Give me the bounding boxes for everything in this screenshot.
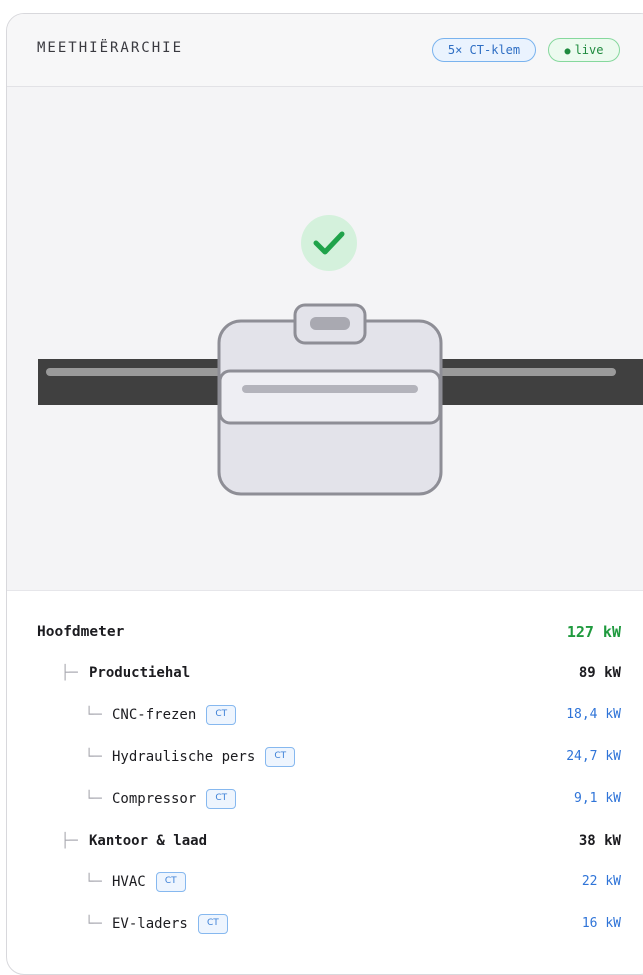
circuit-label: Hydraulische pers CT: [112, 746, 296, 768]
group-value: 38 kW: [578, 833, 621, 849]
clamp-latch-slot: [310, 317, 350, 330]
card-title: MEETHIËRARCHIE: [37, 40, 184, 56]
ct-badge: CT: [197, 914, 228, 934]
clamp-count-badge: 5× CT-klem: [432, 38, 536, 62]
circuit-label: EV-laders CT: [112, 913, 228, 935]
tree-leaf-icon: └─: [85, 874, 102, 890]
circuit-value: 24,7 kW: [566, 749, 621, 764]
tree-leaf-icon: └─: [85, 749, 102, 765]
group-label: Productiehal: [89, 665, 191, 681]
clamp-band-line: [242, 385, 418, 393]
circuit-label: HVAC CT: [112, 871, 186, 893]
circuit-name: Compressor: [112, 791, 197, 807]
metering-hierarchy-card: MEETHIËRARCHIE 5× CT-klem ● live Hoofdmet: [6, 13, 643, 975]
tree-row-group: ├─ Productiehal 89 kW: [7, 662, 621, 684]
circuit-value: 22 kW: [581, 874, 621, 889]
ct-badge: CT: [265, 747, 296, 767]
tree-row-main-meter: Hoofdmeter 127 kW: [7, 621, 621, 643]
tree-row-circuit: └─ Hydraulische pers CT 24,7 kW: [7, 746, 621, 768]
tree-leaf-icon: └─: [85, 791, 102, 807]
group-label: Kantoor & laad: [89, 833, 208, 849]
tree-row-circuit: └─ HVAC CT 22 kW: [7, 871, 621, 893]
tree-row-circuit: └─ Compressor CT 9,1 kW: [7, 788, 621, 810]
circuit-name: EV-laders: [112, 916, 188, 932]
tree-branch-icon: ├─: [61, 665, 78, 681]
tree-leaf-icon: └─: [85, 916, 102, 932]
ct-badge: CT: [206, 789, 237, 809]
circuit-name: Hydraulische pers: [112, 749, 256, 765]
live-dot-icon: ●: [564, 46, 571, 57]
ct-clamp-illustration: [38, 215, 643, 496]
clamp-band: [218, 369, 442, 425]
live-status-label: live: [574, 43, 604, 57]
card-header: MEETHIËRARCHIE 5× CT-klem ● live: [7, 14, 643, 87]
ct-badge: CT: [206, 705, 237, 725]
tree-leaf-icon: └─: [85, 707, 102, 723]
tree-branch-icon: ├─: [61, 833, 78, 849]
circuit-label: CNC-frezen CT: [112, 704, 237, 726]
live-status-badge: ● live: [548, 38, 620, 62]
group-value: 89 kW: [578, 665, 621, 681]
circuit-name: CNC-frezen: [112, 707, 197, 723]
ct-badge: CT: [155, 872, 186, 892]
circuit-value: 9,1 kW: [574, 791, 621, 806]
main-meter-label: Hoofdmeter: [37, 624, 125, 640]
circuit-value: 18,4 kW: [566, 707, 621, 722]
main-meter-value: 127 kW: [566, 623, 621, 641]
tree-row-group: ├─ Kantoor & laad 38 kW: [7, 830, 621, 852]
check-circle-icon: [301, 215, 357, 271]
tree-row-circuit: └─ CNC-frezen CT 18,4 kW: [7, 704, 621, 726]
clamp-illustration-stage: [7, 87, 643, 591]
circuit-label: Compressor CT: [112, 788, 237, 810]
circuit-value: 16 kW: [581, 916, 621, 931]
circuit-name: HVAC: [112, 874, 146, 890]
tree-row-circuit: └─ EV-laders CT 16 kW: [7, 913, 621, 935]
